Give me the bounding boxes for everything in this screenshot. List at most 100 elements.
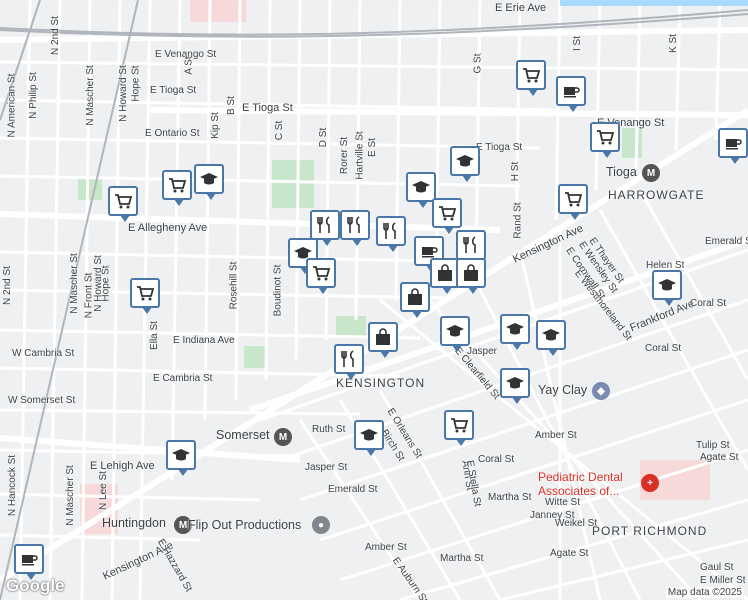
street-label-2nd: N 2nd St xyxy=(1,266,13,305)
restaurant-icon[interactable] xyxy=(334,344,364,380)
street-label-coral3: Coral St xyxy=(478,454,515,465)
grocery-cart-icon[interactable] xyxy=(130,278,160,314)
street-label-ella: Ella St xyxy=(148,321,160,350)
street-label-erie: E Erie Ave xyxy=(495,2,547,14)
grocery-cart-icon[interactable] xyxy=(444,410,474,446)
school-cap-icon[interactable] xyxy=(166,440,196,476)
street-label-k: K St xyxy=(667,34,679,53)
street-label-mascher2: N Mascher St xyxy=(84,65,96,126)
street-label-hope2: Hope St xyxy=(100,265,112,302)
street-label-howard: N Howard St xyxy=(117,65,129,122)
street-label-b: B St xyxy=(225,96,237,115)
street-label-ontario: E Ontario St xyxy=(145,128,200,139)
map-canvas[interactable]: E Erie Ave E Venango St E Tioga St E Tio… xyxy=(0,0,748,600)
street-label-miller: E Miller St xyxy=(700,575,746,586)
hospital-icon[interactable]: + xyxy=(641,474,659,492)
shopping-bag-icon[interactable] xyxy=(400,282,430,318)
grocery-cart-icon[interactable] xyxy=(162,170,192,206)
street-label-ecambria: E Cambria St xyxy=(153,373,213,384)
grocery-cart-icon[interactable] xyxy=(306,258,336,294)
street-label-coral2: Coral St xyxy=(645,343,682,354)
grocery-cart-icon[interactable] xyxy=(516,60,546,96)
street-label-philip: N Philip St xyxy=(27,72,39,119)
street-label-jasper2: Jasper xyxy=(467,346,498,357)
street-label-lee: N Lee St xyxy=(97,471,109,510)
street-label-g: G St xyxy=(472,53,484,74)
street-label-jasper: Jasper St xyxy=(305,462,348,473)
grocery-cart-icon[interactable] xyxy=(108,186,138,222)
street-label-cambria: W Cambria St xyxy=(12,348,75,359)
restaurant-icon[interactable] xyxy=(456,230,486,266)
school-cap-icon[interactable] xyxy=(354,420,384,456)
neighborhood-port-richmond: PORT RICHMOND xyxy=(592,524,708,538)
shop-icon[interactable]: ◆ xyxy=(592,382,610,400)
street-label-martha2: Martha St xyxy=(440,553,484,564)
school-cap-icon[interactable] xyxy=(194,164,224,200)
poi-somerset-label[interactable]: Somerset xyxy=(216,428,270,442)
poi-yayclay-label[interactable]: Yay Clay xyxy=(538,383,587,397)
street-label-h: H St xyxy=(510,161,522,182)
street-label-amber: Amber St xyxy=(535,430,577,441)
street-label-mascher3: N Mascher St xyxy=(68,253,80,314)
grocery-cart-icon[interactable] xyxy=(558,184,588,220)
street-label-tioga: E Tioga St xyxy=(150,85,197,96)
street-label-emerald: Emerald St xyxy=(705,236,748,247)
street-label-rand: Rand St xyxy=(512,202,524,239)
street-label-c: C St xyxy=(274,120,286,141)
street-label-coral: Coral St xyxy=(690,298,727,309)
street-label-gaul: Gaul St xyxy=(700,562,734,573)
place-icon[interactable]: ● xyxy=(312,516,330,534)
shopping-bag-icon[interactable] xyxy=(456,258,486,294)
school-cap-icon[interactable] xyxy=(500,368,530,404)
street-label-amber2: Amber St xyxy=(365,542,407,553)
street-label-tioga3: E Tioga St xyxy=(476,142,523,153)
street-label-rosehill: Rosehill St xyxy=(228,261,240,310)
street-label-ruth: Ruth St xyxy=(312,424,346,435)
grocery-cart-icon[interactable] xyxy=(432,198,462,234)
cafe-cup-icon[interactable] xyxy=(718,128,748,164)
google-logo: Google xyxy=(6,576,65,595)
street-label-d: D St xyxy=(318,127,330,148)
poi-pediatric-label[interactable]: Pediatric Dental Associates of... xyxy=(538,470,623,498)
street-label-witte: Witte St xyxy=(545,497,581,508)
restaurant-icon[interactable] xyxy=(310,210,340,246)
school-cap-icon[interactable] xyxy=(440,316,470,352)
poi-huntingdon-label[interactable]: Huntingdon xyxy=(102,516,166,530)
restaurant-icon[interactable] xyxy=(340,210,370,246)
street-label-somerset: W Somerset St xyxy=(8,395,76,406)
street-label-hope: Hope St xyxy=(130,65,142,102)
street-label-martha: Martha St xyxy=(488,492,532,503)
street-label-indiana: E Indiana Ave xyxy=(173,335,235,346)
street-label-weikel: Weikel St xyxy=(555,518,598,529)
street-label-e: E St xyxy=(366,138,378,157)
street-label-rorer: Rorer St xyxy=(339,136,351,175)
street-label-agate2: Agate St xyxy=(550,548,589,559)
cafe-cup-icon[interactable] xyxy=(14,544,44,580)
street-label-hartville: Hartville St xyxy=(354,131,366,180)
street-label-kip: Kip St xyxy=(209,112,221,139)
metro-icon[interactable]: M xyxy=(274,428,292,446)
grocery-cart-icon[interactable] xyxy=(590,122,620,158)
school-cap-icon[interactable] xyxy=(500,314,530,350)
poi-tioga-label[interactable]: Tioga xyxy=(606,165,637,179)
restaurant-icon[interactable] xyxy=(376,216,406,252)
street-label-i: I St xyxy=(572,35,584,52)
cafe-cup-icon[interactable] xyxy=(556,76,586,112)
school-cap-icon[interactable] xyxy=(652,270,682,306)
street-label-hancock: N Hancock St xyxy=(7,454,19,517)
school-cap-icon[interactable] xyxy=(450,146,480,182)
street-label-tulip: Tulip St xyxy=(696,440,730,451)
street-label-emerald2: Emerald St xyxy=(328,484,378,495)
shopping-bag-icon[interactable] xyxy=(368,322,398,358)
school-cap-icon[interactable] xyxy=(406,172,436,208)
neighborhood-harrowgate: HARROWGATE xyxy=(608,188,705,202)
poi-flipout-label[interactable]: Flip Out Productions xyxy=(188,518,301,532)
street-label-boudinot: Boudinot St xyxy=(272,264,284,317)
street-label-mascher: N Mascher St xyxy=(64,465,76,526)
street-label-american: N American St xyxy=(6,73,18,138)
street-label-agate: Agate St xyxy=(700,452,739,463)
metro-icon[interactable]: M xyxy=(642,164,660,182)
street-label-2nd2: N 2nd St xyxy=(49,16,61,55)
street-label-tioga2: E Tioga St xyxy=(242,102,293,114)
school-cap-icon[interactable] xyxy=(536,320,566,356)
